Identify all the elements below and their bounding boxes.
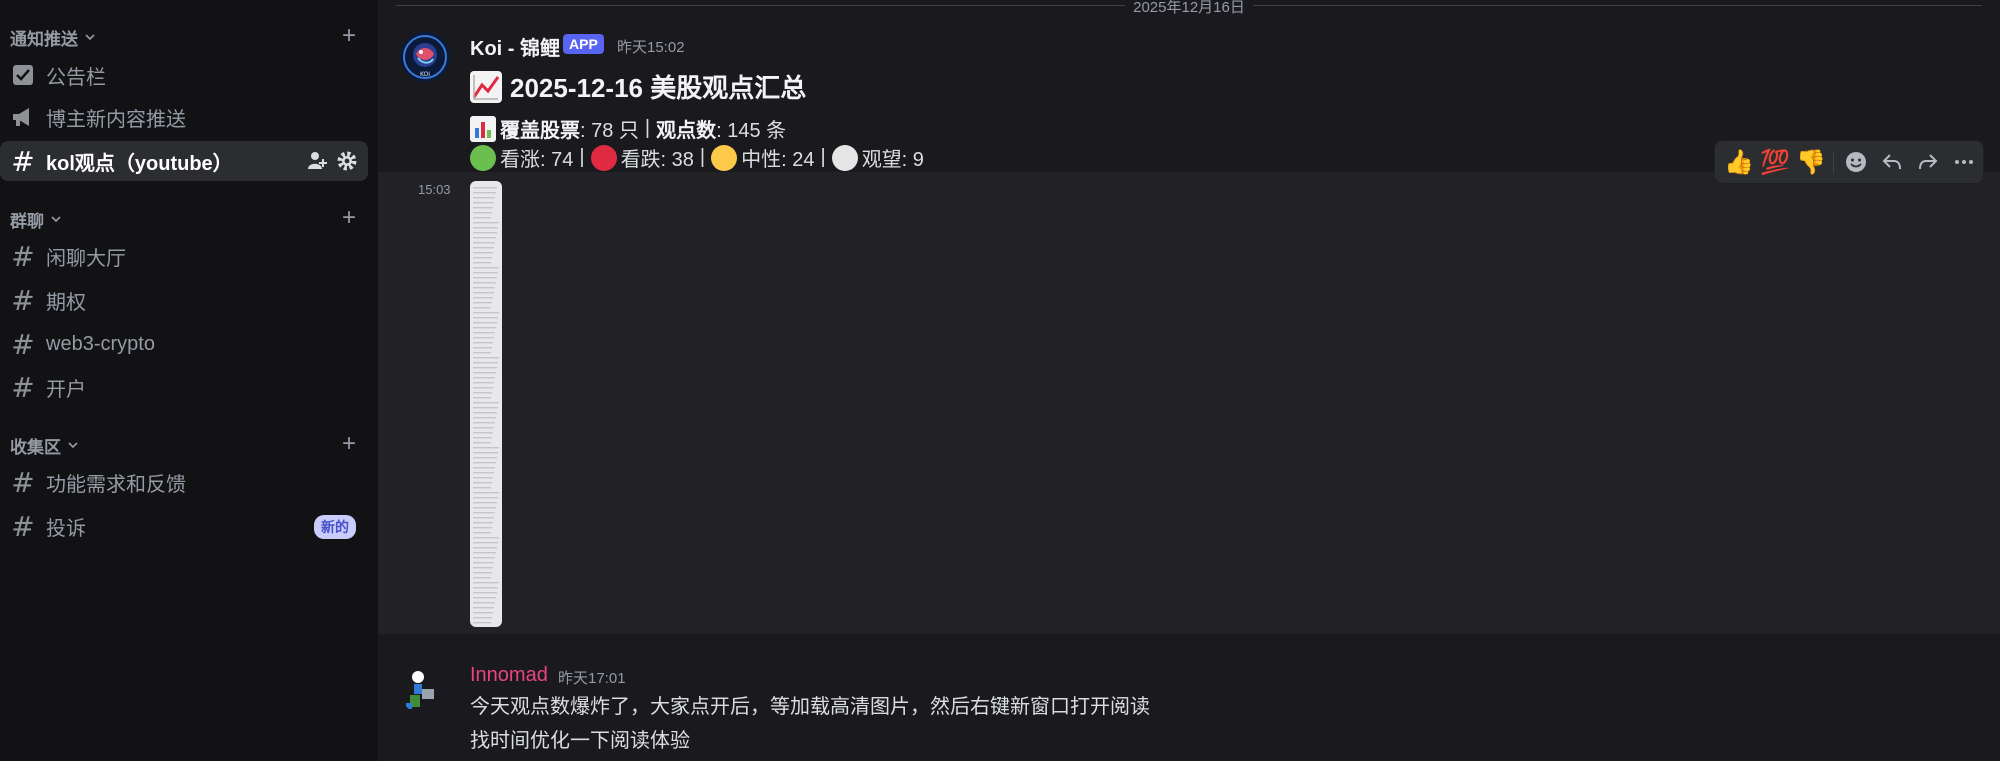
- message-timestamp: 昨天17:01: [558, 670, 626, 687]
- announcement-board-icon: [10, 62, 36, 88]
- channel-label: web3-crypto: [46, 332, 155, 355]
- bar-chart-icon: [470, 115, 496, 142]
- channel-blogger-push[interactable]: 博主新内容推送: [0, 97, 368, 137]
- channel-label: 公告栏: [46, 66, 106, 89]
- message-area: 2025年12月16日 KOI Koi - 锦鲤 APP 昨天15:02 202…: [378, 0, 2000, 761]
- hash-icon: #: [11, 283, 35, 317]
- date-divider-label: 2025年12月16日: [1125, 0, 1253, 17]
- hash-icon: #: [11, 327, 35, 361]
- coverage-label: 覆盖股票: [500, 120, 580, 142]
- avatar[interactable]: KOI: [400, 32, 450, 82]
- channel-announcements[interactable]: 公告栏: [0, 55, 368, 95]
- neutral-count: 中性: 24: [741, 149, 815, 171]
- channel-account[interactable]: # 开户: [0, 367, 368, 407]
- channel-label: kol观点（youtube）: [46, 152, 233, 175]
- channel-label: 期权: [46, 291, 86, 314]
- watch-count: 观望: 9: [861, 149, 924, 171]
- message-title: 2025-12-16 美股观点汇总: [470, 68, 806, 105]
- views-label: 观点数: [656, 120, 717, 142]
- yellow-circle-icon: [711, 144, 738, 171]
- date-divider: 2025年12月16日: [396, 0, 1982, 17]
- channel-options[interactable]: # 期权: [0, 280, 368, 320]
- avatar[interactable]: [400, 665, 450, 715]
- attachment-timestamp: 15:03: [418, 182, 451, 197]
- category-label: 通知推送: [10, 29, 78, 49]
- message-timestamp: 昨天15:02: [617, 39, 685, 56]
- channel-label: 开户: [46, 378, 86, 401]
- message-actions-toolbar: 👍 💯 👎: [1714, 140, 1984, 184]
- sentiment-line: 看涨: 74 | 看跌: 38 | 中性: 24 | 观望: 9: [470, 143, 924, 172]
- channel-complaint[interactable]: # 投诉 新的: [0, 506, 368, 546]
- thumbs-up-reaction[interactable]: 👍: [1723, 146, 1755, 178]
- category-group-chat[interactable]: 群聊 +: [10, 204, 362, 234]
- message-author[interactable]: Koi - 锦鲤: [470, 32, 560, 61]
- add-reaction-icon[interactable]: [1840, 146, 1872, 178]
- add-channel-icon[interactable]: +: [336, 206, 362, 232]
- channel-sidebar: 通知推送 + 公告栏 博主新内容推送 # kol观点（youtube） 群聊 +…: [0, 0, 378, 761]
- channel-kol[interactable]: # kol观点（youtube）: [0, 141, 368, 181]
- chart-increasing-icon: [470, 70, 502, 103]
- channel-label: 功能需求和反馈: [46, 473, 186, 496]
- thumbs-down-reaction[interactable]: 👎: [1795, 146, 1827, 178]
- category-label: 收集区: [10, 437, 61, 457]
- reply-icon[interactable]: [1876, 146, 1908, 178]
- green-circle-icon: [470, 144, 496, 171]
- message-title-text: 2025-12-16 美股观点汇总: [510, 73, 807, 103]
- chevron-down-icon: [68, 442, 78, 449]
- category-label: 群聊: [10, 211, 44, 231]
- bull-count: 看涨: 74: [500, 149, 574, 171]
- svg-text:KOI: KOI: [420, 71, 430, 78]
- channel-chat-hall[interactable]: # 闲聊大厅: [0, 236, 368, 276]
- image-attachment[interactable]: [470, 181, 502, 627]
- new-badge: 新的: [314, 515, 356, 539]
- category-notifications[interactable]: 通知推送 +: [10, 22, 362, 52]
- attachment-thumbnail: [473, 187, 499, 624]
- coverage-line: 覆盖股票 : 78 只 | 观点数 : 145 条: [470, 114, 786, 143]
- red-circle-icon: [590, 144, 617, 171]
- more-icon[interactable]: [1948, 146, 1980, 178]
- toolbar-divider: [1833, 151, 1834, 173]
- koi-avatar-icon: KOI: [400, 32, 450, 82]
- chevron-down-icon: [51, 216, 61, 223]
- hundred-points-reaction[interactable]: 💯: [1759, 146, 1791, 178]
- hash-icon: #: [11, 239, 35, 273]
- hash-icon: #: [11, 509, 35, 543]
- user-avatar-icon: [406, 671, 434, 709]
- separator: |: [644, 117, 651, 139]
- coverage-value: : 78 只: [580, 120, 639, 142]
- channel-label: 博主新内容推送: [46, 108, 186, 131]
- hash-icon: #: [11, 465, 35, 499]
- separator: |: [699, 146, 706, 168]
- channel-web3-crypto[interactable]: # web3-crypto: [0, 324, 368, 364]
- message-line: 今天观点数爆炸了，大家点开后，等加载高清图片，然后右键新窗口打开阅读: [470, 696, 1150, 718]
- channel-label: 投诉: [46, 517, 86, 540]
- separator: |: [579, 146, 585, 168]
- message-author[interactable]: Innomad: [470, 664, 548, 687]
- channel-feedback[interactable]: # 功能需求和反馈: [0, 462, 368, 502]
- app-tag: APP: [563, 34, 604, 54]
- bear-count: 看跌: 38: [620, 149, 694, 171]
- hash-icon: #: [11, 370, 35, 404]
- category-collection[interactable]: 收集区 +: [10, 430, 362, 460]
- message-hover-highlight: [378, 172, 2000, 634]
- gear-icon[interactable]: [336, 150, 358, 172]
- hash-icon: #: [11, 144, 35, 178]
- add-channel-icon[interactable]: +: [336, 432, 362, 458]
- white-circle-icon: [831, 144, 858, 171]
- views-value: : 145 条: [716, 120, 787, 142]
- chevron-down-icon: [85, 34, 95, 41]
- channel-label: 闲聊大厅: [46, 247, 126, 270]
- message-line: 找时间优化一下阅读体验: [470, 730, 690, 752]
- forward-icon[interactable]: [1912, 146, 1944, 178]
- megaphone-icon: [10, 104, 36, 130]
- separator: |: [820, 146, 826, 168]
- invite-user-icon[interactable]: [306, 150, 328, 172]
- add-channel-icon[interactable]: +: [336, 24, 362, 50]
